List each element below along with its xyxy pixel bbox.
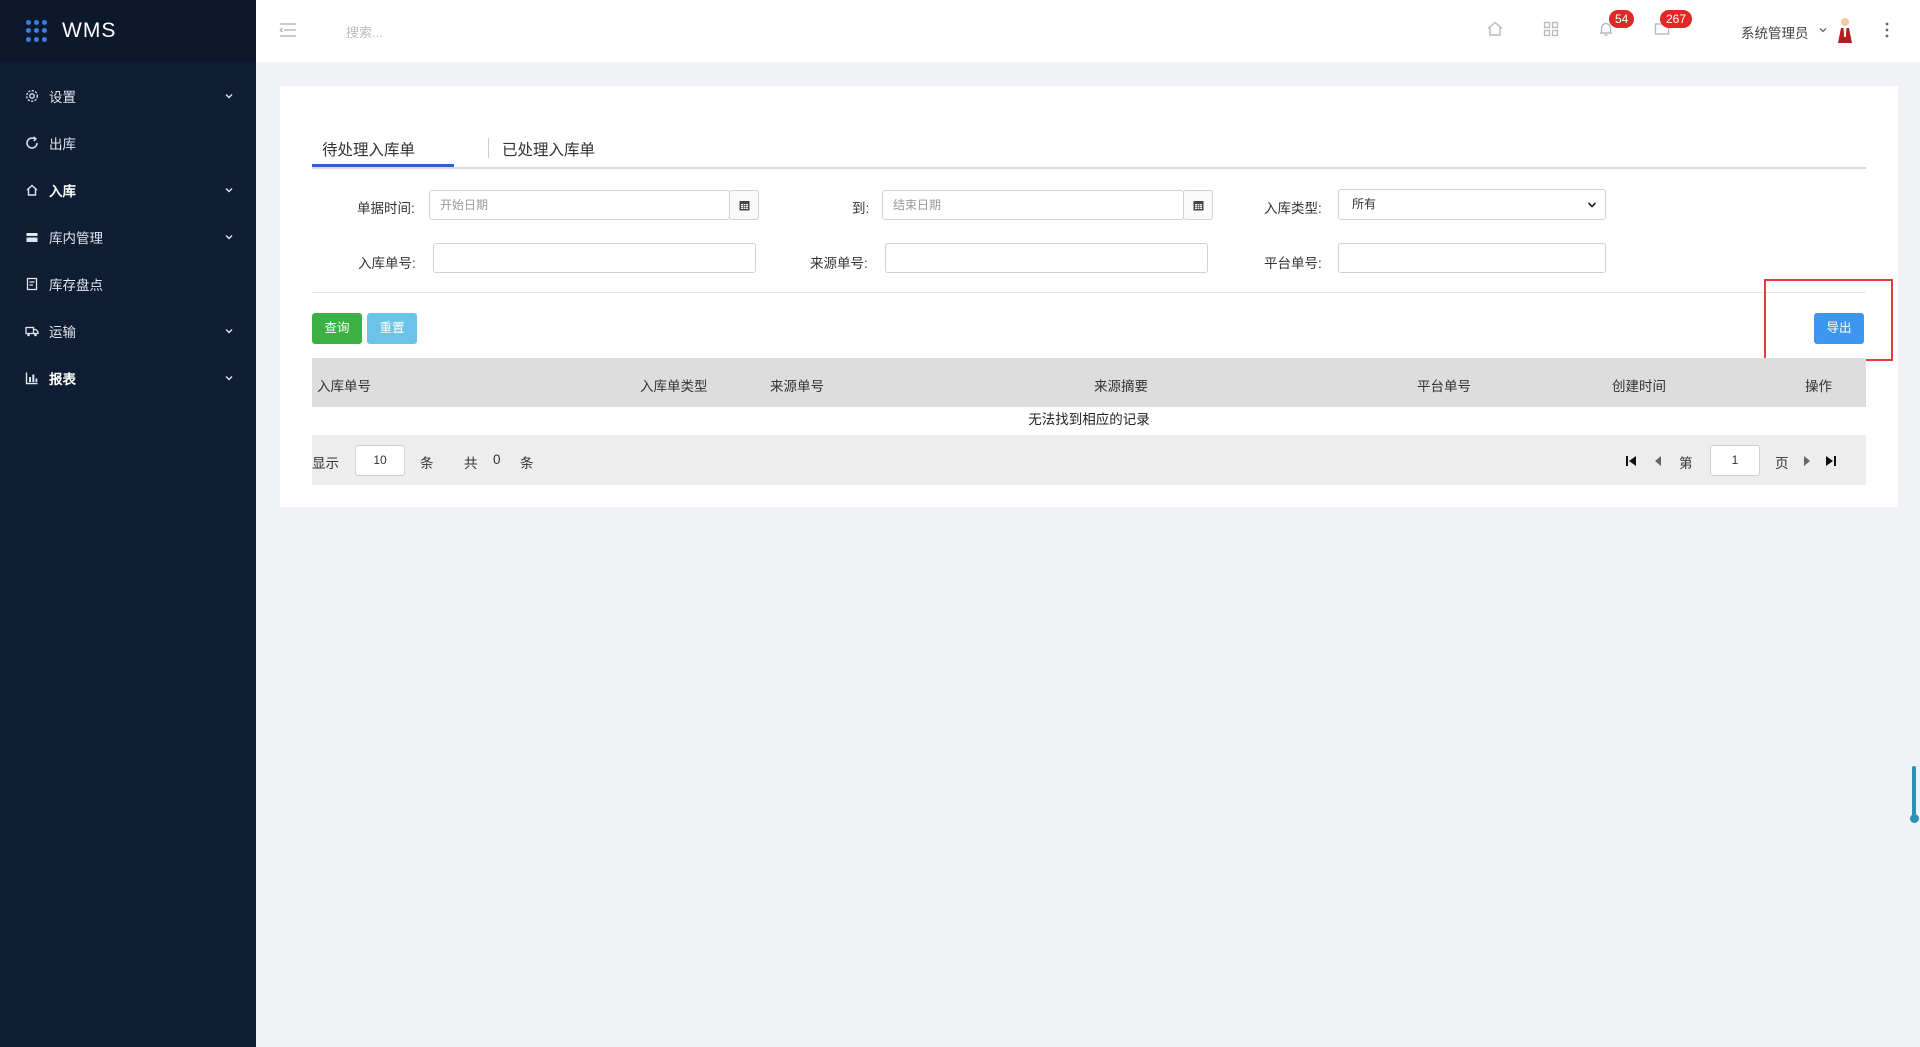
sidebar-item-label: 库存盘点 xyxy=(49,277,103,293)
pagination-bar: 显示 10 条 共 0 条 第 1 页 xyxy=(312,435,1866,485)
avatar[interactable] xyxy=(1834,16,1856,44)
truck-icon xyxy=(24,323,39,338)
sidebar-item-reports[interactable]: 报表 xyxy=(0,354,256,401)
user-name[interactable]: 系统管理员 xyxy=(1741,22,1809,42)
calendar-icon xyxy=(1193,200,1203,210)
inbound-type-label: 入库类型: xyxy=(1264,201,1322,216)
page-size-unit: 条 xyxy=(420,456,434,471)
home-icon[interactable] xyxy=(1485,19,1505,39)
sidebar-item-label: 出库 xyxy=(49,136,76,152)
table-header: 入库单号 入库单类型 来源单号 来源摘要 平台单号 创建时间 操作 xyxy=(312,358,1866,407)
sidebar-item-label: 运输 xyxy=(49,324,76,340)
column-header[interactable]: 来源摘要 xyxy=(1094,375,1148,395)
start-calendar-button[interactable] xyxy=(729,190,759,220)
date-label: 单据时间: xyxy=(357,201,415,216)
search-input[interactable]: 搜索... xyxy=(346,22,383,41)
messages-badge: 267 xyxy=(1660,10,1693,28)
sidebar-item-label: 设置 xyxy=(49,89,76,105)
menu-toggle-icon[interactable] xyxy=(278,20,298,40)
prev-page-icon[interactable] xyxy=(1651,454,1665,468)
chevron-down-icon xyxy=(225,187,233,192)
end-calendar-button[interactable] xyxy=(1183,190,1213,220)
chevron-down-icon xyxy=(225,234,233,239)
tab-bar: 待处理入库单 已处理入库单 xyxy=(312,130,1866,169)
query-button[interactable]: 查询 xyxy=(312,313,362,344)
dashboard-grid-icon[interactable] xyxy=(1541,19,1561,39)
page-number-input[interactable]: 1 xyxy=(1710,445,1760,476)
chevron-down-icon xyxy=(225,375,233,380)
inbound-type-select[interactable]: 所有 xyxy=(1338,189,1606,220)
tab-pending-inbound[interactable]: 待处理入库单 xyxy=(322,138,415,160)
first-page-icon[interactable] xyxy=(1624,454,1638,468)
gear-icon xyxy=(24,88,39,103)
export-highlight-box xyxy=(1764,279,1893,361)
column-header[interactable]: 创建时间 xyxy=(1612,375,1666,395)
total-unit: 条 xyxy=(520,456,534,471)
empty-table-message: 无法找到相应的记录 xyxy=(1028,412,1150,427)
sidebar-menu: 设置 出库 入库 库内管理 库存盘点 运输 报表 xyxy=(0,62,256,401)
inbound-icon xyxy=(24,182,39,197)
end-date-input[interactable]: 结束日期 xyxy=(882,190,1184,220)
chevron-down-icon xyxy=(1587,202,1597,208)
sidebar-item-label: 库内管理 xyxy=(49,230,103,246)
sidebar: WMS 设置 出库 入库 库内管理 库存盘点 运输 报表 xyxy=(0,0,256,1047)
inbound-type-value: 所有 xyxy=(1352,197,1377,211)
top-header: 搜索... 54 267 系统管理员 xyxy=(256,0,1920,62)
start-date-input[interactable]: 开始日期 xyxy=(429,190,730,220)
filter-divider xyxy=(312,292,1866,293)
brand[interactable]: WMS xyxy=(0,0,256,62)
notifications-badge: 54 xyxy=(1609,10,1635,28)
reset-button[interactable]: 重置 xyxy=(367,313,417,344)
inventory-icon xyxy=(24,276,39,291)
source-order-no-label: 来源单号: xyxy=(810,256,868,271)
show-label: 显示 xyxy=(312,456,339,471)
active-tab-indicator xyxy=(312,164,454,167)
column-header[interactable]: 来源单号 xyxy=(770,375,824,395)
sidebar-item-inventory[interactable]: 库存盘点 xyxy=(0,260,256,307)
warehouse-icon xyxy=(24,229,39,244)
chevron-down-icon xyxy=(225,328,233,333)
tab-separator xyxy=(488,138,489,158)
sidebar-item-inbound[interactable]: 入库 xyxy=(0,166,256,213)
calendar-icon xyxy=(739,200,749,210)
to-label: 到: xyxy=(852,201,870,216)
column-header[interactable]: 平台单号 xyxy=(1417,375,1471,395)
inbound-order-no-input[interactable] xyxy=(433,243,756,273)
chevron-down-icon[interactable] xyxy=(1818,25,1828,35)
page-size-input[interactable]: 10 xyxy=(355,445,405,476)
scrollbar-knob[interactable] xyxy=(1910,814,1919,823)
total-count: 0 xyxy=(493,452,501,467)
tab-processed-inbound[interactable]: 已处理入库单 xyxy=(502,138,595,160)
page-prefix: 第 xyxy=(1679,456,1693,471)
sidebar-item-warehouse[interactable]: 库内管理 xyxy=(0,213,256,260)
sidebar-item-transport[interactable]: 运输 xyxy=(0,307,256,354)
column-header[interactable]: 入库单类型 xyxy=(640,375,708,395)
apps-grid-icon xyxy=(26,20,48,42)
column-header[interactable]: 入库单号 xyxy=(317,375,371,395)
platform-order-no-input[interactable] xyxy=(1338,243,1606,273)
last-page-icon[interactable] xyxy=(1824,454,1838,468)
chart-icon xyxy=(24,370,39,385)
total-label: 共 xyxy=(464,456,478,471)
next-page-icon[interactable] xyxy=(1800,454,1814,468)
sidebar-item-outbound[interactable]: 出库 xyxy=(0,119,256,166)
source-order-no-input[interactable] xyxy=(885,243,1208,273)
chevron-down-icon xyxy=(225,93,233,98)
inbound-order-no-label: 入库单号: xyxy=(358,256,416,271)
platform-order-no-label: 平台单号: xyxy=(1264,256,1322,271)
sidebar-item-settings[interactable]: 设置 xyxy=(0,72,256,119)
outbound-icon xyxy=(24,135,39,150)
more-vertical-icon[interactable] xyxy=(1884,20,1890,40)
brand-title: WMS xyxy=(62,19,117,42)
page-suffix: 页 xyxy=(1775,456,1789,471)
column-header[interactable]: 操作 xyxy=(1805,375,1832,395)
sidebar-item-label: 入库 xyxy=(49,183,76,199)
sidebar-item-label: 报表 xyxy=(49,371,76,387)
content-panel: 待处理入库单 已处理入库单 单据时间: 开始日期 到: 结束日期 入库类型: 所… xyxy=(280,86,1898,507)
